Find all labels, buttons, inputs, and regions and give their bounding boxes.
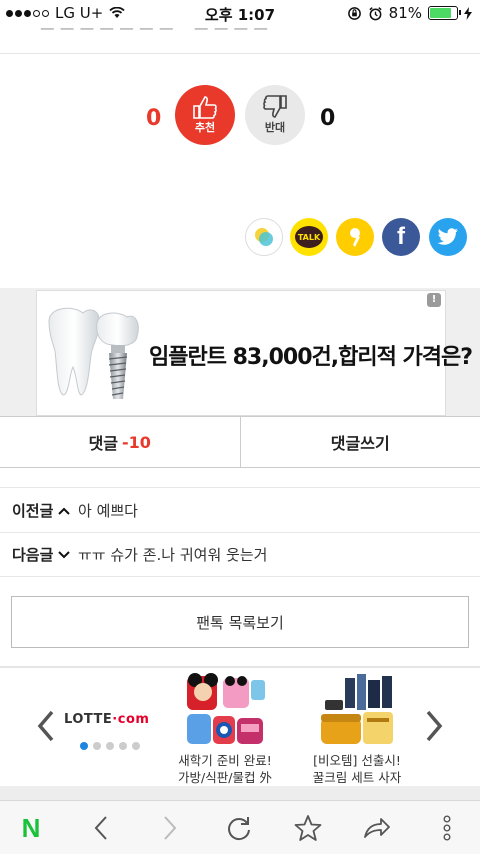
forward-button[interactable]	[153, 811, 187, 845]
footer-band	[0, 786, 480, 800]
more-vertical-icon	[443, 815, 451, 841]
prev-post-row[interactable]: 이전글 아 예쁘다	[0, 489, 480, 533]
refresh-icon	[228, 817, 250, 841]
prev-post-label: 이전글	[12, 502, 54, 520]
share-kakaostory-button[interactable]	[336, 218, 374, 256]
lotte-logo[interactable]: LOTTE·com	[64, 712, 149, 727]
ad-headline: 임플란트 83,000건,합리적 가격은?	[149, 345, 473, 370]
pager-dot[interactable]	[80, 742, 88, 750]
share-story-button[interactable]	[245, 218, 283, 256]
comments-label: 댓글	[88, 434, 119, 453]
alarm-icon	[369, 6, 382, 20]
product-image-cosmetics	[315, 672, 399, 750]
tooth-implant-image	[48, 307, 139, 399]
write-comment-label: 댓글쓰기	[330, 434, 390, 453]
chevron-right-icon	[164, 816, 177, 840]
rotation-lock-icon	[347, 6, 361, 20]
carousel-prev-button[interactable]	[34, 708, 58, 744]
ad-info-badge[interactable]: !	[427, 293, 441, 307]
spacer	[0, 468, 480, 488]
product-card-1[interactable]: 새학기 준비 완료! 가방/식판/물컵 外	[170, 672, 280, 786]
charging-icon	[464, 6, 472, 20]
share-button[interactable]	[360, 811, 394, 845]
share-twitter-button[interactable]	[429, 218, 467, 256]
comment-tabs: 댓글 -10 댓글쓰기	[0, 416, 480, 468]
kakaotalk-label: TALK	[297, 232, 321, 242]
battery-percent: 81%	[388, 4, 422, 22]
product-2-line2: 꿀크림 세트 사자	[312, 770, 402, 785]
star-icon	[294, 815, 322, 841]
next-post-row[interactable]: 다음글 ㅠㅠ 슈가 존.나 귀여워 웃는거	[0, 533, 480, 577]
bookmark-button[interactable]	[291, 811, 325, 845]
prev-post-title[interactable]: 아 예쁘다	[78, 500, 138, 521]
chevron-left-icon	[94, 816, 107, 840]
kakaostory-icon	[350, 228, 360, 247]
carousel-pager	[80, 742, 140, 750]
facebook-icon: f	[397, 223, 405, 250]
naver-n-icon: N	[21, 812, 41, 843]
chevron-down-icon	[58, 550, 71, 558]
back-button[interactable]	[84, 811, 118, 845]
share-facebook-button[interactable]: f	[382, 218, 420, 256]
carousel-next-button[interactable]	[422, 708, 446, 744]
kakaotalk-icon: TALK	[295, 226, 323, 248]
naver-home-button[interactable]: N	[14, 811, 48, 845]
more-menu-button[interactable]	[430, 811, 464, 845]
chevron-right-icon	[426, 710, 443, 742]
thumbs-up-icon	[193, 96, 217, 119]
product-1-line2: 가방/식판/물컵 外	[178, 770, 272, 785]
next-post-title[interactable]: ㅠㅠ 슈가 존.나 귀여워 웃는거	[78, 544, 267, 565]
twitter-icon	[437, 228, 458, 245]
battery-icon	[428, 6, 461, 20]
tab-write-comment[interactable]: 댓글쓰기	[239, 417, 480, 467]
product-2-line1: [비오템] 선출시!	[313, 753, 401, 768]
downvote-label: 반대	[264, 121, 286, 134]
product-1-line1: 새학기 준비 완료!	[178, 753, 272, 768]
status-bar: LG U+ 오후 1:07 81%	[0, 0, 480, 26]
downvote-button[interactable]: 반대	[245, 85, 305, 145]
tab-comments[interactable]: 댓글 -10	[0, 417, 240, 467]
pager-dot[interactable]	[106, 742, 114, 750]
chevron-up-icon	[58, 507, 71, 515]
thumbs-down-icon	[263, 95, 287, 118]
fantalk-list-button[interactable]: 팬톡 목록보기	[11, 596, 469, 648]
pager-dot[interactable]	[132, 742, 140, 750]
upvote-label: 추천	[194, 121, 216, 134]
story-icon	[255, 228, 273, 246]
ad-banner[interactable]: ! 임플란트 83,000건,합리적 가격은?	[36, 290, 473, 416]
pager-dot[interactable]	[119, 742, 127, 750]
downvote-count: 0	[320, 106, 336, 131]
product-carousel: LOTTE·com 새학기 준비 완료! 가방/식판/물컵 外 [비오템] 선출…	[0, 668, 480, 786]
share-arrow-icon	[364, 818, 390, 838]
chevron-left-icon	[37, 710, 54, 742]
browser-toolbar: N	[0, 800, 480, 854]
article-text-cut: ㅡ ㅡ ㅡ ㅡ ㅡ ㅡ ㅡ ㅡ ㅡ ㅡ ㅡ	[0, 26, 480, 54]
comments-count: -10	[122, 432, 151, 452]
next-post-label: 다음글	[12, 546, 54, 564]
product-image-backpacks	[183, 672, 267, 750]
upvote-count: 0	[146, 106, 162, 131]
reload-button[interactable]	[222, 811, 256, 845]
product-card-2[interactable]: [비오템] 선출시! 꿀크림 세트 사자	[302, 672, 412, 786]
share-kakaotalk-button[interactable]: TALK	[290, 218, 328, 256]
upvote-button[interactable]: 추천	[175, 85, 235, 145]
pager-dot[interactable]	[93, 742, 101, 750]
